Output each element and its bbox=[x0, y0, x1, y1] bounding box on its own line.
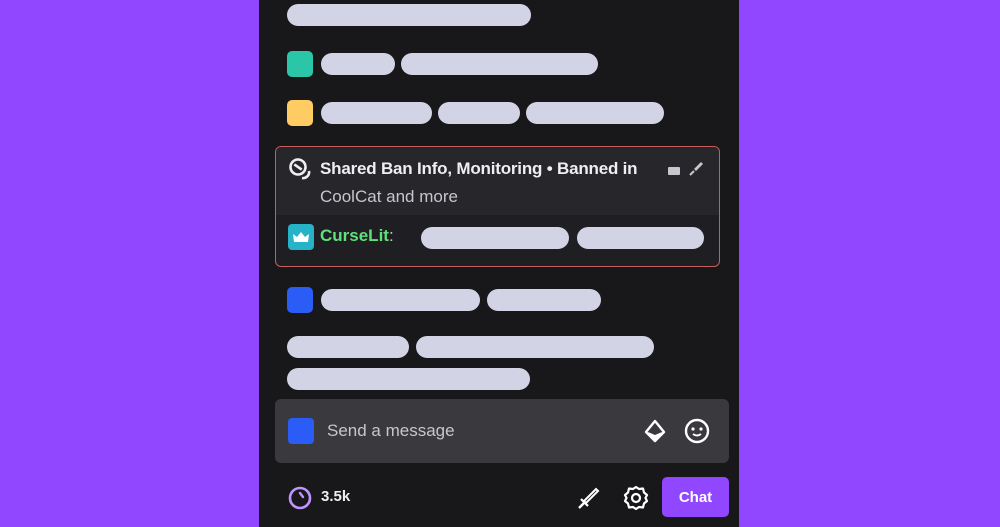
chat-message-placeholder bbox=[526, 102, 664, 124]
pin-icon[interactable] bbox=[686, 159, 706, 179]
shared-ban-card: Shared Ban Info, Monitoring • Banned in … bbox=[275, 146, 720, 267]
crown-badge bbox=[288, 224, 314, 250]
channel-points-count: 3.5k bbox=[321, 488, 351, 505]
chat-message-placeholder bbox=[321, 102, 432, 124]
chat-message-placeholder bbox=[487, 289, 601, 311]
user-avatar bbox=[288, 418, 314, 444]
chat-message-placeholder bbox=[401, 53, 598, 75]
ban-card-subtitle: CoolCat and more bbox=[320, 187, 458, 206]
chat-message-placeholder bbox=[438, 102, 520, 124]
user-badge bbox=[287, 100, 313, 126]
chat-send-button[interactable]: Chat bbox=[662, 477, 729, 517]
chat-message-placeholder bbox=[421, 227, 569, 249]
ban-card-title: Shared Ban Info, Monitoring • Banned in bbox=[320, 159, 638, 178]
chat-message-placeholder bbox=[287, 368, 530, 390]
channel-points-icon[interactable] bbox=[287, 485, 313, 511]
chat-message-placeholder bbox=[416, 336, 654, 358]
username[interactable]: CurseLit: bbox=[320, 226, 394, 246]
user-badge bbox=[287, 287, 313, 313]
chat-message-placeholder bbox=[577, 227, 704, 249]
shared-ban-icon bbox=[289, 158, 311, 180]
user-badge bbox=[287, 51, 313, 77]
chat-input-container[interactable] bbox=[275, 399, 729, 463]
chat-message-placeholder bbox=[287, 4, 531, 26]
settings-gear-icon[interactable] bbox=[622, 484, 650, 512]
username-text[interactable]: CurseLit bbox=[320, 226, 389, 245]
chat-message-placeholder bbox=[287, 336, 409, 358]
bits-icon[interactable] bbox=[642, 418, 668, 444]
chat-panel: Shared Ban Info, Monitoring • Banned in … bbox=[259, 0, 739, 527]
crown-icon bbox=[293, 232, 309, 242]
chat-message-input[interactable] bbox=[327, 417, 627, 445]
username-separator: : bbox=[388, 226, 394, 245]
chat-message-placeholder bbox=[321, 53, 395, 75]
chat-message-placeholder bbox=[321, 289, 480, 311]
collapse-icon[interactable] bbox=[668, 167, 680, 175]
mod-sword-icon[interactable] bbox=[575, 485, 601, 511]
emote-icon[interactable] bbox=[683, 417, 711, 445]
